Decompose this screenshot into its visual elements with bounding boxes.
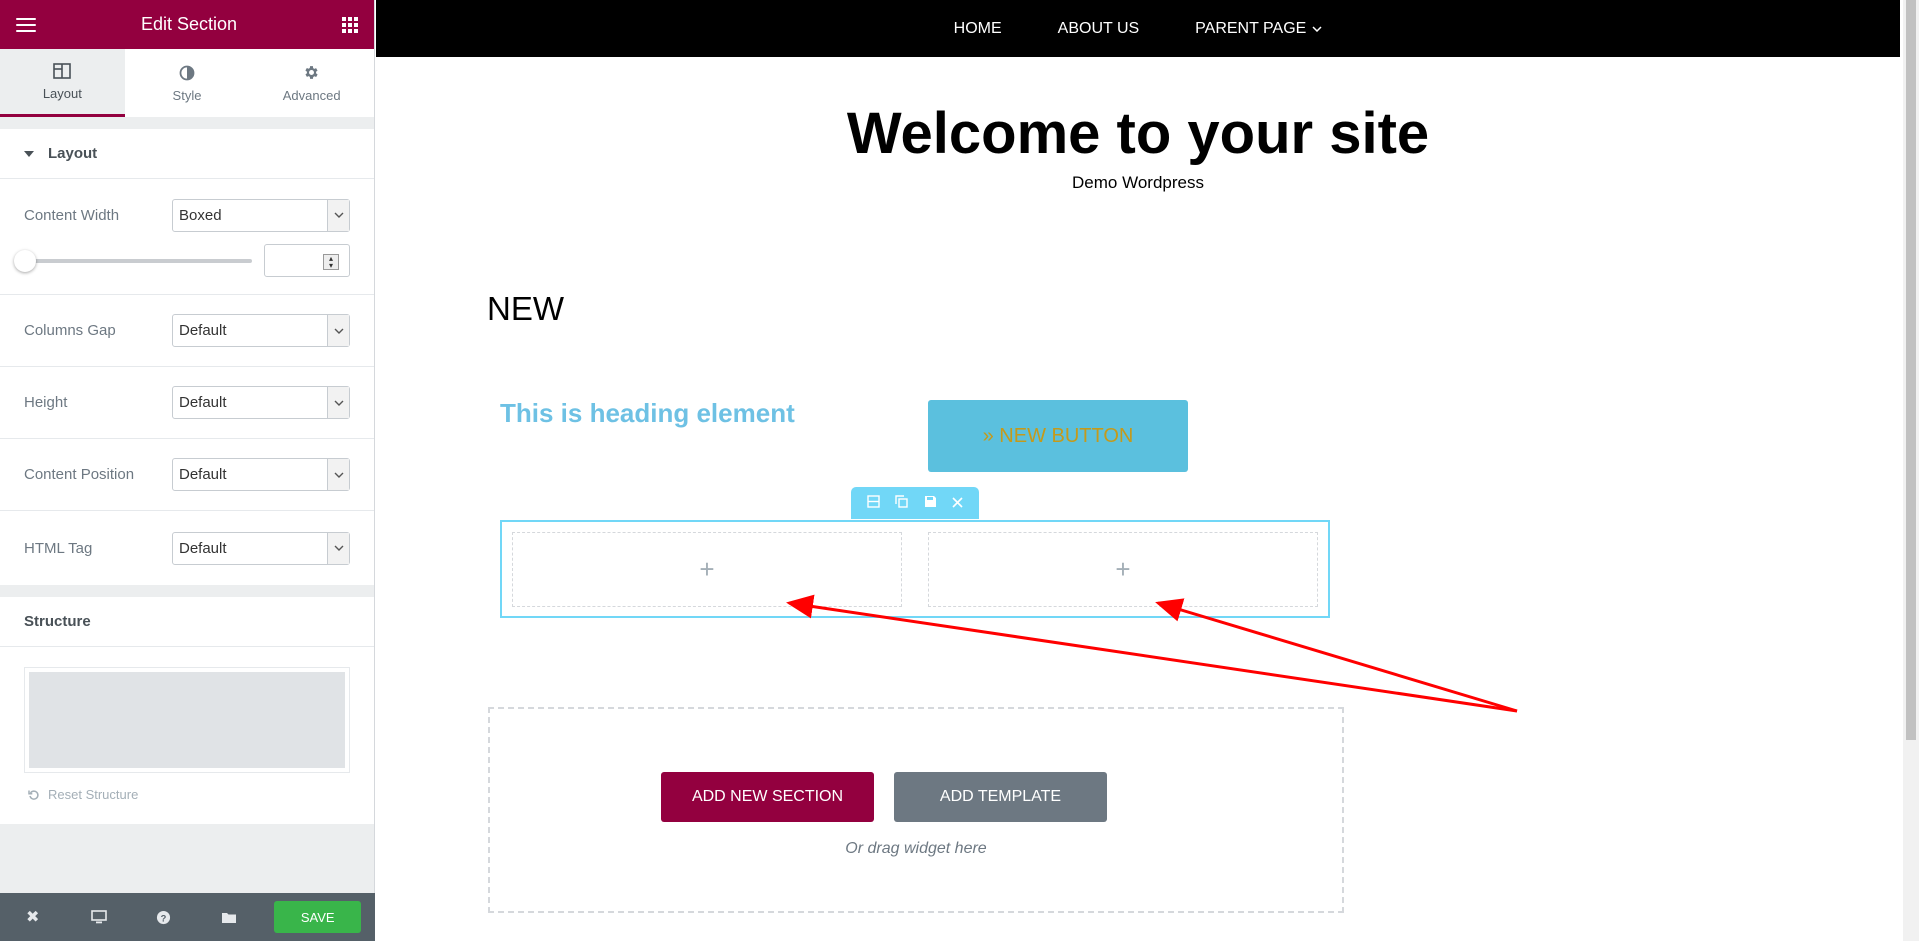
tab-layout-label: Layout bbox=[42, 86, 82, 101]
reset-structure-button[interactable]: Reset Structure bbox=[0, 773, 374, 824]
add-section-area: ADD NEW SECTION ADD TEMPLATE Or drag wid… bbox=[488, 707, 1344, 913]
width-number-input[interactable]: ▴ ▾ bbox=[264, 244, 350, 277]
tab-style-label: Style bbox=[172, 87, 202, 103]
help-icon[interactable]: ? bbox=[144, 910, 209, 925]
reset-structure-label: Reset Structure bbox=[48, 787, 139, 802]
save-template-icon[interactable] bbox=[924, 495, 937, 511]
panel-header: Edit Section bbox=[0, 0, 374, 49]
nav-parent-page[interactable]: PARENT PAGE bbox=[1195, 20, 1322, 38]
new-heading[interactable]: NEW bbox=[487, 290, 564, 328]
add-new-section-button[interactable]: ADD NEW SECTION bbox=[661, 772, 874, 822]
empty-column-left[interactable]: + bbox=[512, 532, 902, 607]
caret-down-icon bbox=[24, 150, 34, 157]
new-button[interactable]: » NEW BUTTON bbox=[928, 400, 1188, 472]
height-control: Height Default bbox=[0, 367, 374, 439]
add-section-icon[interactable] bbox=[867, 495, 880, 511]
folder-icon[interactable] bbox=[209, 911, 274, 924]
arrow-to-left-column bbox=[786, 594, 1518, 713]
panel-tabs: Layout Style Advanced bbox=[0, 49, 374, 117]
html-tag-select[interactable]: Default bbox=[172, 531, 350, 565]
content-width-value: Boxed bbox=[179, 206, 222, 224]
columns-gap-label: Columns Gap bbox=[24, 322, 116, 339]
nav-home[interactable]: HOME bbox=[954, 20, 1002, 38]
content-position-label: Content Position bbox=[24, 466, 135, 483]
chevron-down-icon bbox=[327, 199, 349, 231]
columns-gap-value: Default bbox=[179, 322, 227, 339]
content-position-select[interactable]: Default bbox=[172, 458, 350, 491]
empty-column-right[interactable]: + bbox=[928, 532, 1318, 607]
site-tagline: Demo Wordpress bbox=[1072, 173, 1204, 192]
scrollbar[interactable] bbox=[1903, 0, 1919, 941]
heading-element[interactable]: This is heading element bbox=[500, 398, 795, 429]
spinner-icon[interactable]: ▴ ▾ bbox=[323, 254, 339, 270]
section-toolbar bbox=[851, 487, 979, 519]
height-select[interactable]: Default bbox=[172, 386, 350, 419]
structure-preview[interactable] bbox=[24, 667, 350, 773]
nav-parent-page-label: PARENT PAGE bbox=[1195, 19, 1307, 37]
close-icon[interactable]: ✖ bbox=[14, 907, 79, 927]
content-position-value: Default bbox=[179, 466, 227, 483]
contrast-icon bbox=[178, 64, 196, 82]
scrollbar-thumb[interactable] bbox=[1906, 0, 1916, 740]
structure-section: Structure Reset Structure bbox=[0, 597, 374, 824]
selected-section[interactable]: + + bbox=[500, 520, 1330, 618]
svg-text:?: ? bbox=[161, 913, 167, 923]
tab-style[interactable]: Style bbox=[125, 49, 250, 117]
content-width-select[interactable]: Boxed bbox=[172, 198, 350, 232]
save-button[interactable]: SAVE bbox=[274, 901, 361, 933]
structure-title[interactable]: Structure bbox=[0, 597, 374, 647]
html-tag-value: Default bbox=[179, 539, 227, 557]
chevron-down-icon bbox=[327, 387, 349, 418]
gear-icon bbox=[303, 64, 321, 82]
content-width-label: Content Width bbox=[24, 206, 120, 224]
close-icon[interactable] bbox=[952, 496, 963, 511]
layout-section-toggle[interactable]: Layout bbox=[0, 129, 374, 179]
duplicate-icon[interactable] bbox=[895, 495, 908, 511]
widgets-grid-icon[interactable] bbox=[342, 16, 358, 33]
content-position-control: Content Position Default bbox=[0, 439, 374, 511]
desktop-icon[interactable] bbox=[79, 910, 144, 924]
html-tag-label: HTML Tag bbox=[24, 539, 93, 557]
site-title: Welcome to your site bbox=[846, 101, 1430, 166]
editor-root: Edit Section Layout Style Advanced Layou… bbox=[0, 0, 1919, 941]
menu-icon[interactable] bbox=[16, 17, 36, 32]
tab-advanced[interactable]: Advanced bbox=[249, 49, 374, 117]
content-width-slider-row: ▴ ▾ bbox=[0, 233, 374, 295]
page-preview: HOME ABOUT US PARENT PAGE Welcome to you… bbox=[376, 0, 1900, 941]
tab-advanced-label: Advanced bbox=[282, 87, 341, 103]
layout-section-title: Layout bbox=[48, 145, 98, 162]
arrow-to-right-column bbox=[1155, 598, 1518, 713]
chevron-down-icon bbox=[327, 315, 349, 346]
slider-handle[interactable] bbox=[14, 249, 36, 272]
layout-section: Layout Content Width Boxed ▴ ▾ Columns G… bbox=[0, 129, 374, 585]
height-value: Default bbox=[179, 394, 227, 411]
chevron-down-icon bbox=[327, 459, 349, 490]
layout-icon bbox=[53, 62, 72, 80]
panel-title: Edit Section bbox=[140, 14, 238, 34]
site-nav: HOME ABOUT US PARENT PAGE bbox=[376, 0, 1900, 57]
tab-layout[interactable]: Layout bbox=[0, 49, 125, 117]
nav-about-us[interactable]: ABOUT US bbox=[1058, 20, 1140, 38]
width-slider[interactable] bbox=[14, 249, 252, 272]
reset-icon bbox=[28, 789, 39, 800]
chevron-down-icon bbox=[1312, 25, 1322, 32]
panel-footer: ✖ ? SAVE bbox=[0, 893, 375, 941]
html-tag-control: HTML Tag Default bbox=[0, 511, 374, 585]
add-template-button[interactable]: ADD TEMPLATE bbox=[894, 772, 1107, 822]
editor-panel: Edit Section Layout Style Advanced Layou… bbox=[0, 0, 375, 941]
height-label: Height bbox=[24, 394, 68, 411]
columns-gap-select[interactable]: Default bbox=[172, 314, 350, 347]
drag-widget-text: Or drag widget here bbox=[845, 840, 987, 857]
columns-gap-control: Columns Gap Default bbox=[0, 295, 374, 367]
chevron-down-icon bbox=[327, 532, 349, 564]
